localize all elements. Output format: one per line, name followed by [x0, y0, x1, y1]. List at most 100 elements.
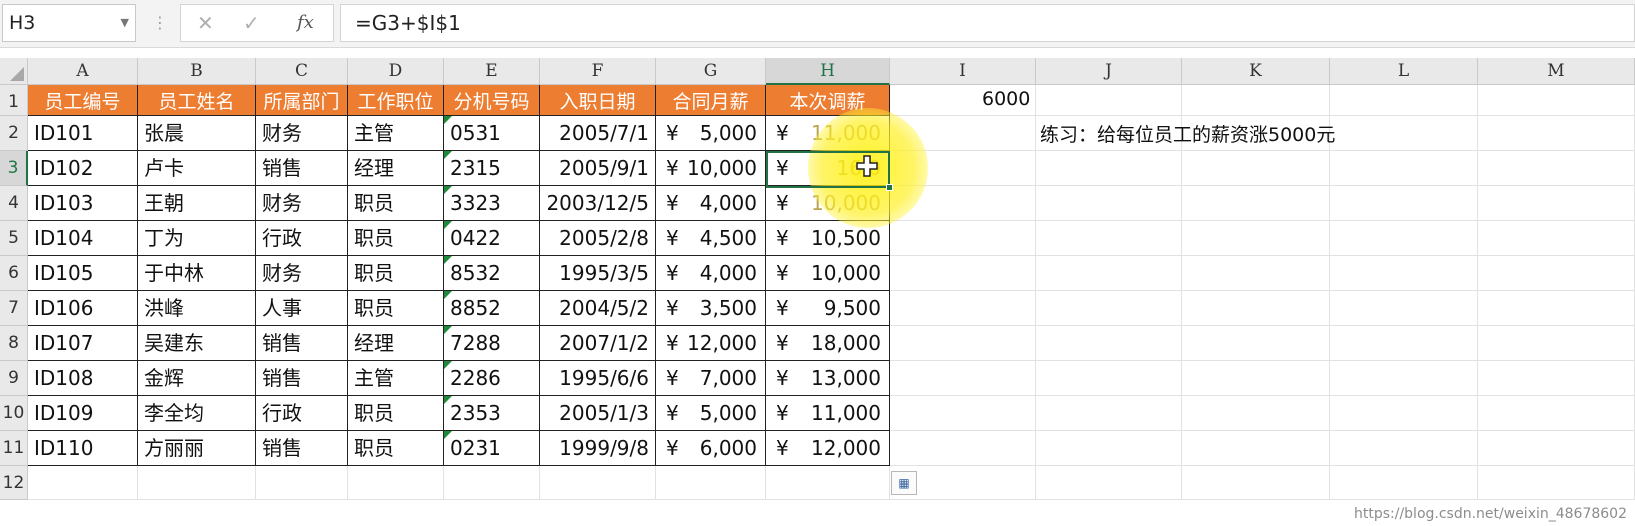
empty-cell[interactable]	[1036, 291, 1182, 326]
row-header-6[interactable]: 6	[0, 256, 28, 291]
column-header-j[interactable]: J	[1036, 58, 1182, 85]
empty-cell[interactable]	[890, 326, 1036, 361]
empty-cell[interactable]	[1478, 431, 1635, 466]
table-cell-id[interactable]: ID104	[28, 221, 138, 256]
empty-cell[interactable]	[1478, 221, 1635, 256]
column-header-c[interactable]: C	[256, 58, 348, 85]
empty-cell[interactable]	[540, 466, 656, 500]
table-cell-ext[interactable]: 8532	[444, 256, 540, 291]
empty-cell[interactable]	[890, 116, 1036, 151]
empty-cell[interactable]	[1182, 361, 1330, 396]
empty-cell[interactable]	[1182, 221, 1330, 256]
table-header-cell[interactable]: 工作职位	[348, 85, 444, 116]
empty-cell[interactable]	[444, 466, 540, 500]
column-header-b[interactable]: B	[138, 58, 256, 85]
empty-cell[interactable]	[1330, 291, 1478, 326]
empty-cell[interactable]	[1330, 466, 1478, 500]
table-cell-salary[interactable]: ¥4,000	[656, 256, 766, 291]
table-cell-title[interactable]: 经理	[348, 151, 444, 186]
table-cell-title[interactable]: 主管	[348, 116, 444, 151]
table-cell-id[interactable]: ID107	[28, 326, 138, 361]
column-header-g[interactable]: G	[656, 58, 766, 85]
empty-cell[interactable]	[1478, 361, 1635, 396]
table-cell-title[interactable]: 职员	[348, 186, 444, 221]
table-cell-name[interactable]: 王朝	[138, 186, 256, 221]
row-header-4[interactable]: 4	[0, 186, 28, 221]
paste-options-icon[interactable]: ▦	[891, 471, 917, 495]
empty-cell[interactable]	[1036, 151, 1182, 186]
table-cell-date[interactable]: 1995/6/6	[540, 361, 656, 396]
table-cell-salary[interactable]: ¥5,000	[656, 116, 766, 151]
row-header-12[interactable]: 12	[0, 466, 28, 500]
empty-cell[interactable]	[1478, 151, 1635, 186]
empty-cell[interactable]	[890, 186, 1036, 221]
exercise-note[interactable]: 练习：给每位员工的薪资涨5000元	[1040, 118, 1335, 152]
empty-cell[interactable]	[1182, 326, 1330, 361]
empty-cell[interactable]	[1330, 326, 1478, 361]
table-header-cell[interactable]: 本次调薪	[766, 85, 890, 116]
table-cell-salary[interactable]: ¥4,500	[656, 221, 766, 256]
table-cell-adjusted[interactable]: ¥11,000	[766, 396, 890, 431]
empty-cell[interactable]	[1478, 291, 1635, 326]
empty-cell[interactable]	[28, 466, 138, 500]
empty-cell[interactable]	[1330, 151, 1478, 186]
name-box[interactable]: H3 ▼	[2, 4, 136, 42]
table-header-cell[interactable]: 入职日期	[540, 85, 656, 116]
row-header-8[interactable]: 8	[0, 326, 28, 361]
table-cell-title[interactable]: 经理	[348, 326, 444, 361]
empty-cell[interactable]	[890, 221, 1036, 256]
table-cell-ext[interactable]: 2286	[444, 361, 540, 396]
row-header-9[interactable]: 9	[0, 361, 28, 396]
table-cell-date[interactable]: 1995/3/5	[540, 256, 656, 291]
table-cell-id[interactable]: ID109	[28, 396, 138, 431]
empty-cell[interactable]	[1182, 85, 1330, 116]
empty-cell[interactable]	[656, 466, 766, 500]
table-cell-adjusted[interactable]: ¥11,000	[766, 116, 890, 151]
empty-cell[interactable]	[1478, 186, 1635, 221]
empty-cell[interactable]	[890, 256, 1036, 291]
table-cell-salary[interactable]: ¥3,500	[656, 291, 766, 326]
empty-cell[interactable]	[1036, 396, 1182, 431]
empty-cell[interactable]	[1036, 256, 1182, 291]
table-cell-ext[interactable]: 8852	[444, 291, 540, 326]
row-header-5[interactable]: 5	[0, 221, 28, 256]
table-cell-date[interactable]: 2004/5/2	[540, 291, 656, 326]
table-cell-dept[interactable]: 销售	[256, 361, 348, 396]
empty-cell[interactable]	[1330, 85, 1478, 116]
table-header-cell[interactable]: 员工编号	[28, 85, 138, 116]
empty-cell[interactable]	[1330, 256, 1478, 291]
table-cell-name[interactable]: 李全均	[138, 396, 256, 431]
table-cell-dept[interactable]: 财务	[256, 256, 348, 291]
select-all-button[interactable]	[0, 58, 28, 85]
table-cell-adjusted[interactable]: ¥10,500	[766, 221, 890, 256]
empty-cell[interactable]	[256, 466, 348, 500]
empty-cell[interactable]	[1036, 466, 1182, 500]
column-header-k[interactable]: K	[1182, 58, 1330, 85]
column-header-e[interactable]: E	[444, 58, 540, 85]
table-cell-date[interactable]: 2003/12/5	[540, 186, 656, 221]
table-cell-name[interactable]: 洪峰	[138, 291, 256, 326]
table-cell-ext[interactable]: 0231	[444, 431, 540, 466]
table-cell-name[interactable]: 方丽丽	[138, 431, 256, 466]
table-cell-dept[interactable]: 行政	[256, 221, 348, 256]
empty-cell[interactable]	[1330, 221, 1478, 256]
table-cell-title[interactable]: 主管	[348, 361, 444, 396]
table-cell-ext[interactable]: 2315	[444, 151, 540, 186]
formula-input[interactable]: =G3+$I$1	[340, 4, 1635, 42]
table-cell-salary[interactable]: ¥10,000	[656, 151, 766, 186]
row-header-3[interactable]: 3	[0, 151, 28, 186]
column-header-f[interactable]: F	[540, 58, 656, 85]
table-cell-ext[interactable]: 7288	[444, 326, 540, 361]
table-header-cell[interactable]: 员工姓名	[138, 85, 256, 116]
table-cell-id[interactable]: ID110	[28, 431, 138, 466]
empty-cell[interactable]	[1036, 186, 1182, 221]
table-cell-date[interactable]: 2005/7/1	[540, 116, 656, 151]
empty-cell[interactable]	[890, 396, 1036, 431]
table-cell-adjusted[interactable]: ¥16,0	[766, 151, 890, 186]
empty-cell[interactable]	[1036, 431, 1182, 466]
table-cell-salary[interactable]: ¥12,000	[656, 326, 766, 361]
empty-cell[interactable]	[1330, 116, 1478, 151]
close-icon[interactable]: ✕	[197, 5, 214, 41]
table-cell-id[interactable]: ID102	[28, 151, 138, 186]
table-cell-id[interactable]: ID106	[28, 291, 138, 326]
